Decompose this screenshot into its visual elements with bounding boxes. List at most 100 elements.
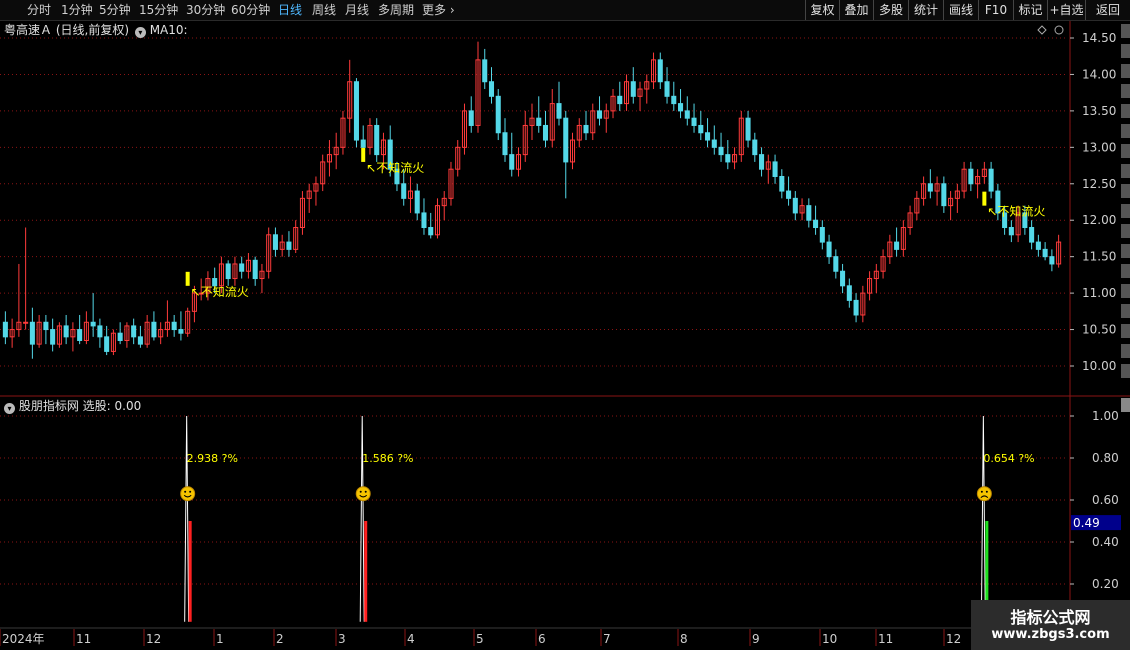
candle: [887, 234, 893, 264]
candle: [651, 52, 657, 90]
candle-body: [252, 259, 258, 280]
face-eye: [184, 490, 187, 493]
candle-body: [678, 103, 684, 112]
candle: [576, 118, 582, 148]
signal-annotation: ↖不知流火: [191, 285, 249, 299]
candle: [833, 249, 839, 279]
candle: [299, 191, 305, 235]
candle: [110, 329, 116, 356]
candle: [927, 169, 933, 199]
indicator-value: 选股: 0.00: [82, 399, 142, 413]
candle: [914, 191, 920, 221]
candle-body: [556, 103, 562, 119]
indicator-tick-label: 0.40: [1092, 535, 1119, 549]
indicator-bar: [188, 521, 192, 622]
candle-body: [698, 124, 704, 134]
candle: [657, 52, 663, 90]
price-tick-label: 13.50: [1082, 104, 1116, 118]
chart-title-bar: 粤高速Ａ (日线,前复权) ▾ MA10:: [4, 22, 188, 38]
signal-marker: [361, 147, 366, 162]
candle-body: [63, 325, 69, 338]
candle: [738, 110, 744, 162]
candle: [353, 78, 359, 148]
candle: [407, 176, 413, 213]
stock-chart: ↖不知流火 ↖不知流火 ↖不知流火 2.938 ?% 1.586 ?% 0.654 ?%…: [0, 21, 1130, 646]
candle: [43, 314, 49, 345]
candle: [975, 169, 981, 199]
info-strip-cell: [1121, 24, 1130, 38]
candle: [954, 183, 960, 213]
candle: [1029, 220, 1035, 250]
candle-body: [792, 197, 798, 214]
price-tick-label: 13.00: [1082, 140, 1116, 154]
indicator-spike: [359, 415, 365, 622]
candle: [752, 132, 758, 162]
candle-body: [819, 227, 825, 243]
candle-body: [563, 117, 569, 163]
candle: [124, 322, 130, 348]
candle: [948, 191, 954, 221]
candle: [475, 41, 481, 133]
candle-body: [705, 132, 711, 141]
indicator-bar: [364, 521, 368, 622]
candle: [813, 205, 819, 235]
candle: [1008, 220, 1014, 243]
candle-body: [894, 241, 900, 250]
face-eye: [189, 490, 192, 493]
candle: [934, 176, 940, 206]
candle-body: [509, 154, 515, 170]
candle: [171, 314, 177, 337]
candle-body: [77, 329, 83, 341]
info-strip-cell: [1121, 184, 1130, 198]
indicator-name[interactable]: 股朋指标网: [19, 399, 79, 413]
price-tick-label: 14.50: [1082, 31, 1116, 45]
info-strip-cell: [1121, 364, 1130, 378]
candle: [549, 89, 555, 148]
candle-body: [846, 285, 852, 301]
candle-body: [988, 168, 994, 192]
candle-body: [374, 124, 380, 156]
candle: [313, 176, 319, 206]
ma-settings-icon[interactable]: ▾: [134, 27, 146, 38]
candle: [529, 103, 535, 141]
signal-annotation: ↖不知流火: [366, 161, 424, 175]
candle: [806, 198, 812, 228]
time-label: 1: [216, 632, 224, 646]
candle: [164, 300, 170, 337]
candle: [630, 67, 636, 104]
info-strip-cell: [1121, 304, 1130, 318]
circle-settings-icon[interactable]: [1054, 25, 1064, 35]
candle: [522, 110, 528, 162]
indicator-strength-label: 2.938 ?%: [187, 452, 238, 465]
candle-body: [927, 183, 933, 192]
candle: [23, 227, 29, 330]
indicator-signal: 1.586 ?%: [355, 415, 413, 622]
time-label: 9: [752, 632, 760, 646]
candle-body: [725, 154, 731, 163]
candle: [272, 227, 278, 257]
candle-body: [97, 325, 103, 338]
candle: [326, 140, 332, 177]
candle: [1035, 234, 1041, 257]
time-label: 2024年: [2, 632, 45, 646]
candle: [542, 110, 549, 148]
candle: [2, 311, 8, 345]
indicator-settings-icon[interactable]: ▾: [4, 403, 15, 414]
time-label: 7: [603, 632, 611, 646]
info-strip-cell: [1121, 204, 1130, 218]
candle-body: [657, 59, 663, 83]
candle-body: [353, 81, 359, 141]
period-label: (日线,前复权): [55, 23, 130, 37]
indicator-title-bar: ▾ 股朋指标网 选股: 0.00: [4, 398, 141, 414]
candle-body: [786, 190, 792, 199]
diamond-icon[interactable]: [1037, 25, 1047, 35]
stock-name[interactable]: 粤高速Ａ: [4, 23, 52, 37]
candle: [515, 147, 522, 177]
candle-body: [272, 234, 278, 250]
candle-body: [671, 95, 677, 105]
info-strip-cell: [1121, 284, 1130, 298]
candle-body: [23, 321, 29, 324]
candle: [266, 227, 272, 279]
candle: [16, 263, 22, 337]
candle-body: [1042, 248, 1048, 258]
